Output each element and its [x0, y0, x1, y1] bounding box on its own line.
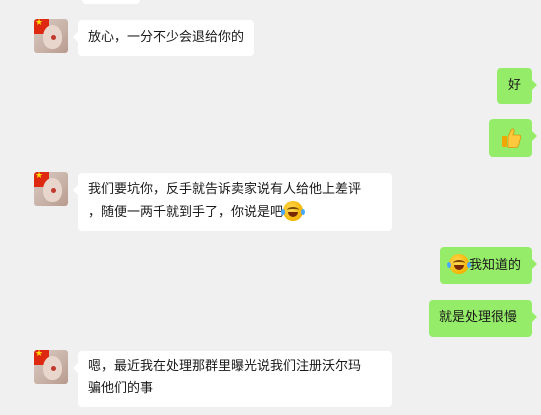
message-bubble-incoming[interactable]: 放心，一分不少会退给你的	[72, 20, 255, 56]
message-text-line: 我们要坑你，反手就告诉卖家说有人给他上差评	[88, 182, 362, 197]
thumbs-up-icon	[500, 127, 522, 149]
chat-message-area[interactable]: 放心，一分不少会退给你的 好 我们要坑你，反手就告诉卖家说有人给他上差评 ，随便…	[0, 0, 541, 415]
laugh-cry-emoji-icon	[447, 254, 471, 274]
message-bubble-partial	[82, 0, 140, 4]
message-text-line: 骗他们的事	[88, 381, 154, 396]
message-text-line: 嗯，最近我在处理那群里曝光说我们注册沃尔玛	[88, 359, 362, 374]
message-bubble-outgoing[interactable]: 我知道的	[440, 247, 537, 284]
contact-avatar[interactable]	[34, 172, 68, 206]
message-bubble-outgoing[interactable]: 好	[497, 68, 537, 104]
message-text: 我知道的	[469, 258, 522, 273]
message-text: 就是处理很慢	[439, 310, 518, 325]
message-bubble-incoming[interactable]: 我们要坑你，反手就告诉卖家说有人给他上差评 ，随便一两千就到手了，你说是吧	[73, 173, 392, 231]
message-text-line: ，随便一两千就到手了，你说是吧	[88, 205, 284, 220]
message-bubble-outgoing[interactable]: 就是处理很慢	[429, 300, 537, 337]
message-bubble-outgoing[interactable]	[489, 119, 537, 157]
laugh-cry-emoji-icon	[281, 201, 306, 221]
message-text: 放心，一分不少会退给你的	[88, 30, 245, 45]
contact-avatar[interactable]	[34, 19, 68, 53]
message-bubble-incoming[interactable]: 嗯，最近我在处理那群里曝光说我们注册沃尔玛 骗他们的事	[73, 351, 392, 407]
contact-avatar[interactable]	[34, 350, 68, 384]
message-text: 好	[507, 78, 521, 93]
